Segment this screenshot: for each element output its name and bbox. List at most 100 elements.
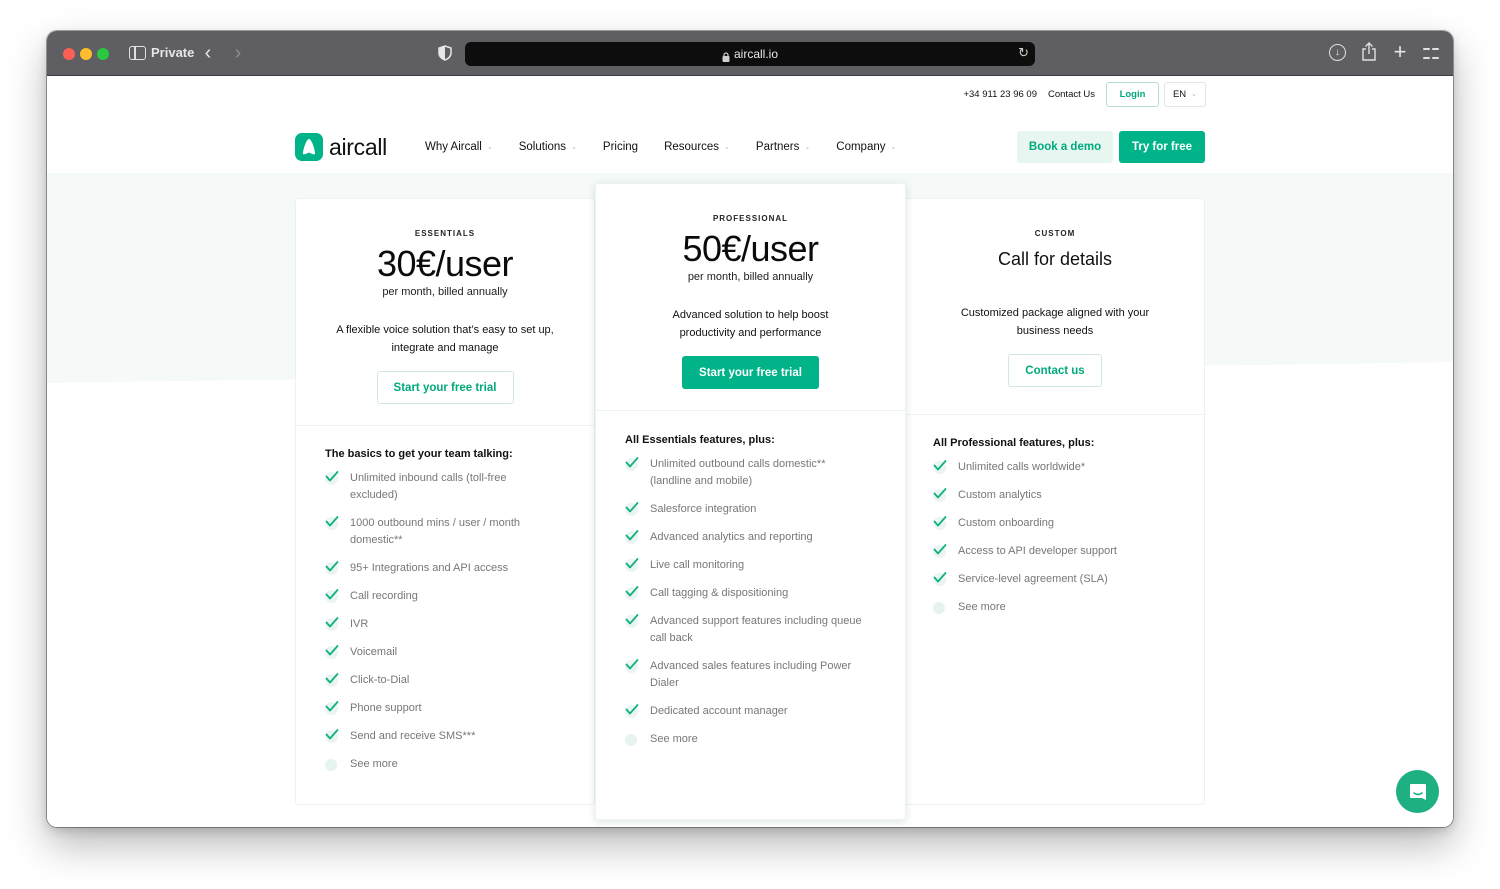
feature-item: Dedicated account manager (625, 703, 865, 720)
phone-number-link[interactable]: +34 911 23 96 09 (963, 89, 1037, 100)
browser-window: Private ‹ › aircall.io ↻ ↓ + +34 911 23 … (47, 31, 1453, 827)
check-icon (325, 588, 350, 605)
chevron-down-icon: ⌄ (724, 144, 730, 151)
aircall-logo[interactable]: aircall (295, 133, 387, 161)
feature-text: Live call monitoring (650, 559, 745, 571)
check-icon (325, 560, 350, 577)
see-more-text: See more (958, 601, 1006, 613)
feature-text: Unlimited calls worldwide* (958, 461, 1086, 473)
maximize-window-button[interactable] (97, 48, 109, 60)
feature-text: Access to API developer support (958, 545, 1117, 557)
start-free-trial-button[interactable]: Start your free trial (376, 371, 514, 404)
feature-item: Call recording (325, 588, 550, 605)
try-for-free-button[interactable]: Try for free (1119, 131, 1205, 163)
book-demo-button[interactable]: Book a demo (1017, 131, 1113, 163)
language-selector[interactable]: EN ⌄ (1164, 81, 1206, 107)
privacy-shield-icon[interactable] (438, 45, 452, 61)
nav-label: Pricing (602, 141, 639, 153)
feature-item: Voicemail (325, 644, 550, 661)
nav-partners[interactable]: Partners ⌄ (756, 141, 810, 153)
share-icon[interactable] (1361, 42, 1377, 62)
features-title: The basics to get your team talking: (325, 448, 513, 460)
close-window-button[interactable] (63, 48, 75, 60)
check-icon (933, 571, 958, 588)
check-icon (933, 543, 958, 560)
plan-header: PROFESSIONAL 50€/user per month, billed … (596, 184, 905, 411)
plan-billing: per month, billed annually (382, 286, 508, 298)
check-icon (325, 616, 350, 633)
forward-arrow-icon[interactable]: › (230, 42, 246, 64)
nav-solutions[interactable]: Solutions ⌄ (519, 141, 577, 153)
feature-item: Service-level agreement (SLA) (933, 571, 1173, 588)
feature-item: Advanced sales features including Power … (625, 658, 865, 692)
contact-us-button[interactable]: Contact us (1008, 354, 1102, 387)
feature-text: IVR (350, 618, 369, 630)
feature-text: Service-level agreement (SLA) (958, 573, 1108, 585)
plan-card-custom: CUSTOM Call for details Customized packa… (905, 198, 1205, 805)
feature-text: Voicemail (350, 646, 398, 658)
browser-toolbar: Private ‹ › aircall.io ↻ ↓ + (47, 31, 1453, 76)
download-icon[interactable]: ↓ (1329, 44, 1346, 61)
plan-description: A flexible voice solution that’s easy to… (336, 324, 554, 354)
see-more-link[interactable]: See more (325, 756, 550, 773)
feature-item: Unlimited inbound calls (toll-free exclu… (325, 470, 550, 504)
feature-text: Dedicated account manager (650, 705, 788, 717)
plan-billing: per month, billed annually (687, 271, 814, 283)
plan-card-professional: PROFESSIONAL 50€/user per month, billed … (595, 183, 906, 820)
chevron-down-icon: ⌄ (486, 144, 493, 151)
nav-label: Resources (664, 141, 720, 153)
nav-pricing[interactable]: Pricing (603, 141, 638, 153)
feature-text: Unlimited outbound calls domestic** (lan… (650, 458, 826, 487)
check-icon (625, 529, 650, 546)
check-icon (625, 585, 650, 602)
chat-widget-button[interactable] (1396, 770, 1439, 813)
chevron-down-icon: ⌄ (571, 144, 577, 151)
feature-item: 1000 outbound mins / user / month domest… (325, 515, 550, 549)
feature-item: Access to API developer support (933, 543, 1173, 560)
tab-overview-icon[interactable] (1423, 45, 1439, 61)
feature-item: Send and receive SMS*** (325, 728, 550, 745)
check-icon (325, 672, 350, 689)
plan-header: ESSENTIALS 30€/user per month, billed an… (296, 199, 594, 426)
plan-description: Advanced solution to help boost producti… (672, 309, 829, 339)
nav-resources[interactable]: Resources ⌄ (664, 141, 730, 153)
feature-item: Unlimited calls worldwide* (933, 459, 1173, 476)
feature-item: 95+ Integrations and API access (325, 560, 550, 577)
feature-item: Custom analytics (933, 487, 1173, 504)
url-text: aircall.io (733, 47, 778, 61)
feature-text: Advanced analytics and reporting (650, 531, 813, 543)
utility-bar: +34 911 23 96 09 Contact Us Login EN ⌄ (963, 81, 1206, 107)
reload-icon[interactable]: ↻ (1018, 45, 1029, 61)
check-icon (325, 470, 350, 487)
new-tab-icon[interactable]: + (1391, 39, 1409, 64)
feature-item: IVR (325, 616, 550, 633)
feature-text: Advanced sales features including Power … (650, 660, 852, 689)
nav-why-aircall[interactable]: Why Aircall ⌄ (425, 141, 493, 153)
language-value: EN (1172, 88, 1187, 100)
see-more-link[interactable]: See more (625, 731, 865, 748)
nav-label: Company (836, 141, 886, 153)
chevron-down-icon: ⌄ (804, 144, 811, 151)
back-arrow-icon[interactable]: ‹ (200, 42, 216, 64)
chevron-down-icon: ⌄ (1191, 91, 1198, 98)
features-title: All Professional features, plus: (933, 437, 1095, 449)
check-icon (625, 557, 650, 574)
login-button[interactable]: Login (1106, 81, 1159, 107)
minimize-window-button[interactable] (80, 48, 92, 60)
start-free-trial-button[interactable]: Start your free trial (682, 356, 819, 389)
see-more-text: See more (650, 733, 698, 745)
feature-text: Phone support (350, 702, 422, 714)
plan-price: Call for details (997, 249, 1113, 269)
feature-text: Call recording (350, 590, 418, 602)
nav-company[interactable]: Company ⌄ (836, 141, 896, 153)
plan-tier: ESSENTIALS (414, 229, 476, 238)
plan-card-essentials: ESSENTIALS 30€/user per month, billed an… (295, 198, 595, 805)
see-more-link[interactable]: See more (933, 599, 1173, 616)
feature-list: Unlimited outbound calls domestic** (lan… (625, 456, 865, 748)
contact-us-link[interactable]: Contact Us (1048, 89, 1095, 100)
plan-tier: CUSTOM (1034, 229, 1076, 238)
sidebar-toggle-icon[interactable] (129, 46, 146, 60)
check-icon (325, 728, 350, 745)
feature-item: Call tagging & dispositioning (625, 585, 865, 602)
address-bar[interactable]: aircall.io ↻ (465, 42, 1035, 66)
